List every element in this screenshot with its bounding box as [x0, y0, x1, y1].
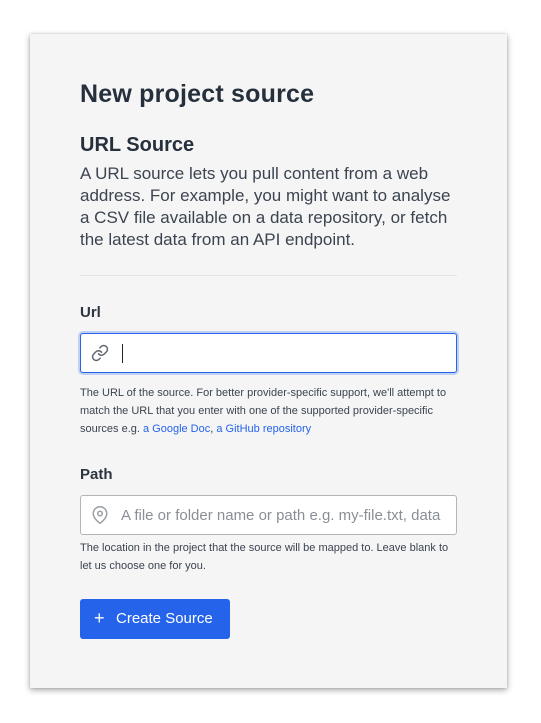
section-description: A URL source lets you pull content from …: [80, 164, 451, 249]
path-help-text: The location in the project that the sou…: [80, 542, 449, 572]
create-source-label: Create Source: [116, 610, 213, 627]
google-doc-link[interactable]: a Google Doc: [143, 423, 210, 435]
github-repository-link[interactable]: a GitHub repository: [216, 423, 311, 435]
url-label: Url: [80, 304, 101, 321]
create-source-button[interactable]: + Create Source: [80, 599, 230, 639]
url-help-text: The URL of the source. For better provid…: [80, 384, 457, 438]
divider: [80, 275, 457, 276]
page-title: New project source: [80, 80, 315, 108]
map-pin-icon: [91, 506, 109, 524]
path-field[interactable]: [80, 495, 457, 535]
link-icon: [91, 344, 109, 362]
path-label: Path: [80, 466, 113, 483]
section-title: URL Source: [80, 134, 195, 156]
plus-icon: +: [94, 608, 105, 628]
url-field[interactable]: [80, 333, 457, 373]
source-dialog: New project source URL Source A URL sour…: [30, 34, 507, 688]
text-caret: [122, 344, 123, 363]
url-input[interactable]: [121, 334, 447, 372]
path-input[interactable]: [121, 496, 447, 534]
